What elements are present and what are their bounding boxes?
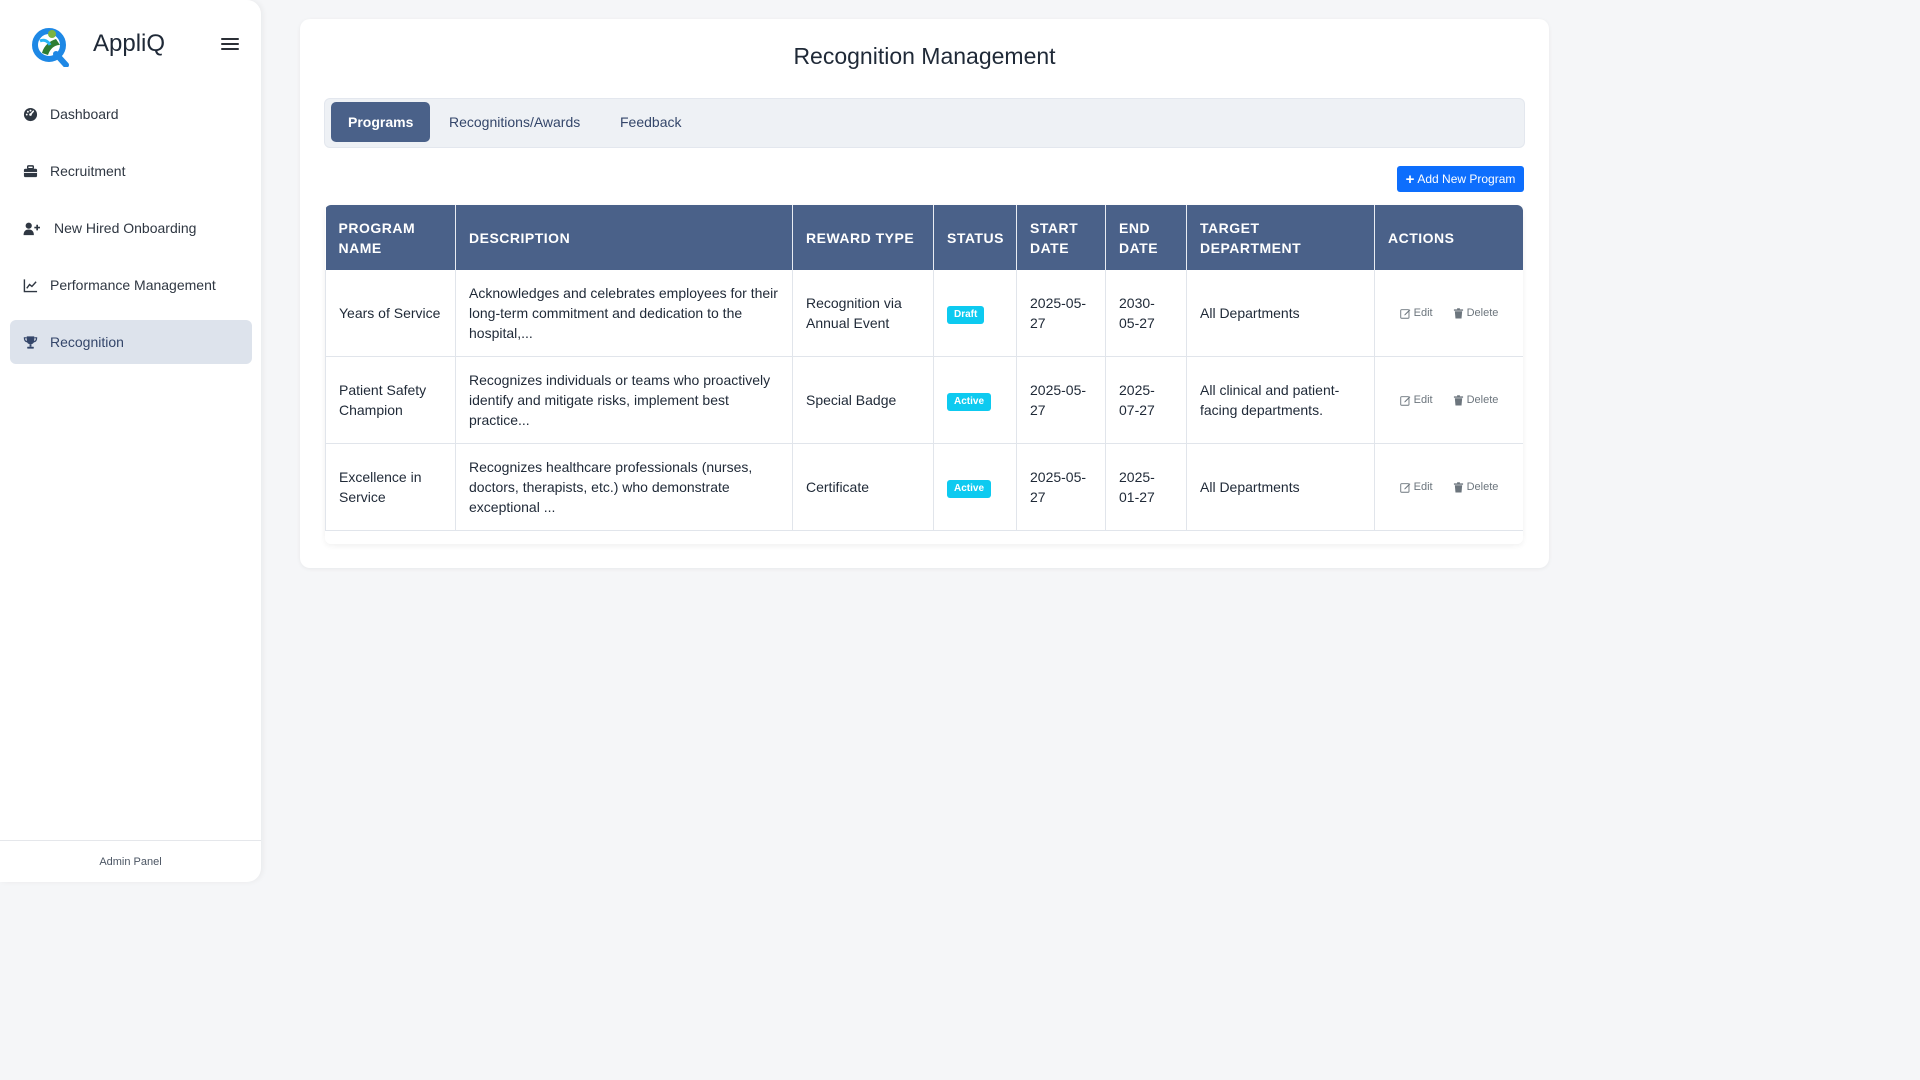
edit-button[interactable]: Edit	[1399, 477, 1433, 497]
briefcase-icon	[22, 163, 38, 179]
edit-label: Edit	[1413, 394, 1433, 406]
brand: AppliQ	[30, 24, 165, 68]
actions-cell: Edit Delete	[1374, 443, 1523, 531]
status-badge: Active	[947, 393, 992, 411]
end-date-cell: 2030-05-27	[1105, 270, 1187, 357]
department-cell: All Departments	[1186, 270, 1375, 357]
sidebar-item-onboarding[interactable]: New Hired Onboarding	[10, 206, 252, 250]
program-name-cell: Excellence in Service	[325, 443, 456, 531]
department-cell: All Departments	[1186, 443, 1375, 531]
status-cell: Draft	[933, 270, 1017, 357]
sidebar-item-label: Recruitment	[50, 163, 126, 179]
chart-line-icon	[22, 277, 38, 293]
department-cell: All clinical and patient-facing departme…	[1186, 356, 1375, 444]
app-name: AppliQ	[93, 30, 166, 57]
delete-label: Delete	[1466, 481, 1499, 493]
sidebar-item-label: New Hired Onboarding	[54, 220, 197, 236]
program-name-cell: Years of Service	[325, 270, 456, 357]
sidebar-item-dashboard[interactable]: Dashboard	[10, 92, 252, 136]
add-new-program-button[interactable]: + Add New Program	[1397, 166, 1524, 192]
status-cell: Active	[933, 443, 1017, 531]
user-plus-icon	[22, 220, 41, 236]
footer-label: Admin Panel	[99, 855, 162, 868]
trash-icon	[1453, 307, 1463, 319]
plus-icon: +	[1405, 170, 1415, 188]
actions-cell: Edit Delete	[1374, 356, 1523, 444]
description-cell: Recognizes individuals or teams who proa…	[455, 356, 793, 444]
end-date-cell: 2025-07-27	[1105, 356, 1187, 444]
menu-toggle-icon[interactable]	[221, 35, 239, 53]
table-row: Years of Service Acknowledges and celebr…	[325, 270, 1523, 357]
sidebar-item-label: Performance Management	[50, 277, 216, 293]
add-new-program-label: Add New Program	[1417, 172, 1516, 186]
program-name-cell: Patient Safety Champion	[325, 356, 456, 444]
programs-table: PROGRAM NAME DESCRIPTION REWARD TYPE STA…	[325, 205, 1523, 544]
column-header: STATUS	[933, 205, 1017, 270]
edit-label: Edit	[1413, 481, 1433, 493]
start-date-cell: 2025-05-27	[1016, 443, 1106, 531]
column-header: START DATE	[1016, 205, 1106, 270]
appliq-logo-icon	[32, 28, 69, 67]
status-badge: Draft	[947, 306, 985, 324]
delete-button[interactable]: Delete	[1453, 477, 1499, 497]
page-title: Recognition Management	[793, 43, 1056, 69]
tabs-bar: Programs Recognitions/Awards Feedback	[324, 98, 1525, 148]
tab-programs[interactable]: Programs	[331, 102, 431, 142]
end-date-cell: 2025-01-27	[1105, 443, 1187, 531]
edit-button[interactable]: Edit	[1399, 390, 1433, 410]
sidebar-item-recognition[interactable]: Recognition	[10, 320, 252, 364]
sidebar-item-label: Recognition	[50, 334, 124, 350]
edit-label: Edit	[1413, 307, 1433, 319]
start-date-cell: 2025-05-27	[1016, 270, 1106, 357]
sidebar-item-label: Dashboard	[50, 106, 119, 122]
tab-recognitions-awards[interactable]: Recognitions/Awards	[432, 102, 597, 142]
reward-type-cell: Certificate	[792, 443, 934, 531]
sidebar-footer: Admin Panel	[0, 840, 261, 882]
sidebar-item-recruitment[interactable]: Recruitment	[10, 149, 252, 193]
main-card: Recognition Management Programs Recognit…	[300, 19, 1549, 568]
trash-icon	[1453, 481, 1463, 493]
status-badge: Active	[947, 480, 992, 498]
reward-type-cell: Special Badge	[792, 356, 934, 444]
delete-label: Delete	[1466, 394, 1499, 406]
description-cell: Recognizes healthcare professionals (nur…	[455, 443, 793, 531]
edit-icon	[1399, 482, 1410, 493]
tab-feedback[interactable]: Feedback	[603, 102, 698, 142]
column-header: DESCRIPTION	[455, 205, 793, 270]
trash-icon	[1453, 394, 1463, 406]
sidebar-item-performance[interactable]: Performance Management	[10, 263, 252, 307]
column-header: END DATE	[1105, 205, 1187, 270]
column-header: TARGET DEPARTMENT	[1186, 205, 1375, 270]
reward-type-cell: Recognition via Annual Event	[792, 270, 934, 357]
start-date-cell: 2025-05-27	[1016, 356, 1106, 444]
actions-cell: Edit Delete	[1374, 270, 1523, 357]
edit-icon	[1399, 308, 1410, 319]
column-header: PROGRAM NAME	[325, 205, 456, 270]
table-row: Excellence in Service Recognizes healthc…	[325, 443, 1523, 531]
edit-icon	[1399, 395, 1410, 406]
delete-label: Delete	[1466, 307, 1499, 319]
trophy-icon	[22, 334, 38, 350]
table-row: Patient Safety Champion Recognizes indiv…	[325, 356, 1523, 444]
delete-button[interactable]: Delete	[1453, 390, 1499, 410]
delete-button[interactable]: Delete	[1453, 303, 1499, 323]
sidebar-nav: Dashboard Recruitment New Hired Onboardi…	[10, 92, 252, 377]
column-header: REWARD TYPE	[792, 205, 934, 270]
table-header-row: PROGRAM NAME DESCRIPTION REWARD TYPE STA…	[325, 205, 1523, 270]
dashboard-gauge-icon	[22, 106, 38, 122]
column-header: ACTIONS	[1374, 205, 1523, 270]
description-cell: Acknowledges and celebrates employees fo…	[455, 270, 793, 357]
sidebar: AppliQ Dashboard Recruitment New Hired O…	[0, 0, 261, 882]
status-cell: Active	[933, 356, 1017, 444]
edit-button[interactable]: Edit	[1399, 303, 1433, 323]
